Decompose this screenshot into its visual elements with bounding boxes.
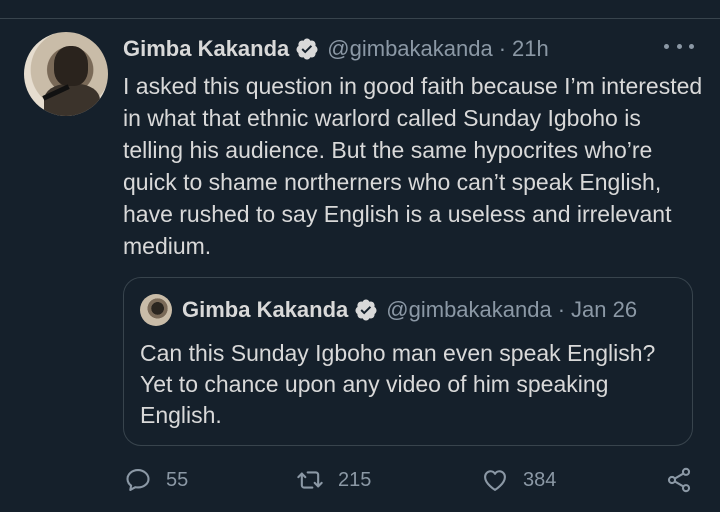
separator-dot: · [557, 297, 566, 322]
reply-button[interactable]: 55 [124, 466, 188, 494]
tweet-timestamp[interactable]: 21h [512, 36, 549, 62]
retweet-button[interactable]: 215 [296, 466, 371, 494]
author-name[interactable]: Gimba Kakanda [123, 36, 289, 62]
quoted-author-handle: @gimbakakanda [386, 297, 552, 322]
retweet-count: 215 [338, 468, 372, 491]
retweet-icon [297, 471, 323, 489]
share-button[interactable] [665, 466, 693, 494]
tweet-text: I asked this question in good faith beca… [123, 73, 703, 259]
reply-icon [126, 469, 150, 491]
like-button[interactable]: 384 [481, 466, 556, 494]
author-avatar[interactable] [24, 32, 108, 116]
quoted-author-avatar [140, 294, 172, 326]
tweet-actions-bar: 55 215 384 [0, 460, 720, 500]
quoted-tweet-header: Gimba Kakanda @gimbakakanda · Jan 26 [182, 295, 637, 325]
more-options-icon[interactable] [664, 36, 694, 56]
share-icon [667, 467, 691, 493]
author-handle[interactable]: @gimbakakanda [327, 36, 492, 62]
quoted-tweet-timestamp: Jan 26 [571, 297, 638, 322]
top-divider [0, 0, 720, 19]
tweet-header: Gimba Kakanda @gimbakakanda · 21h [123, 34, 549, 64]
verified-badge-icon [355, 299, 377, 321]
verified-badge-icon [296, 38, 318, 60]
quoted-author-name: Gimba Kakanda [182, 297, 349, 322]
separator-dot: · [498, 36, 507, 61]
heart-icon [484, 470, 506, 491]
quoted-tweet-card[interactable]: Gimba Kakanda @gimbakakanda · Jan 26 Can… [123, 277, 693, 446]
like-count: 384 [523, 468, 557, 491]
reply-count: 55 [166, 468, 189, 491]
quoted-tweet-text: Can this Sunday Igboho man even speak En… [140, 340, 656, 428]
